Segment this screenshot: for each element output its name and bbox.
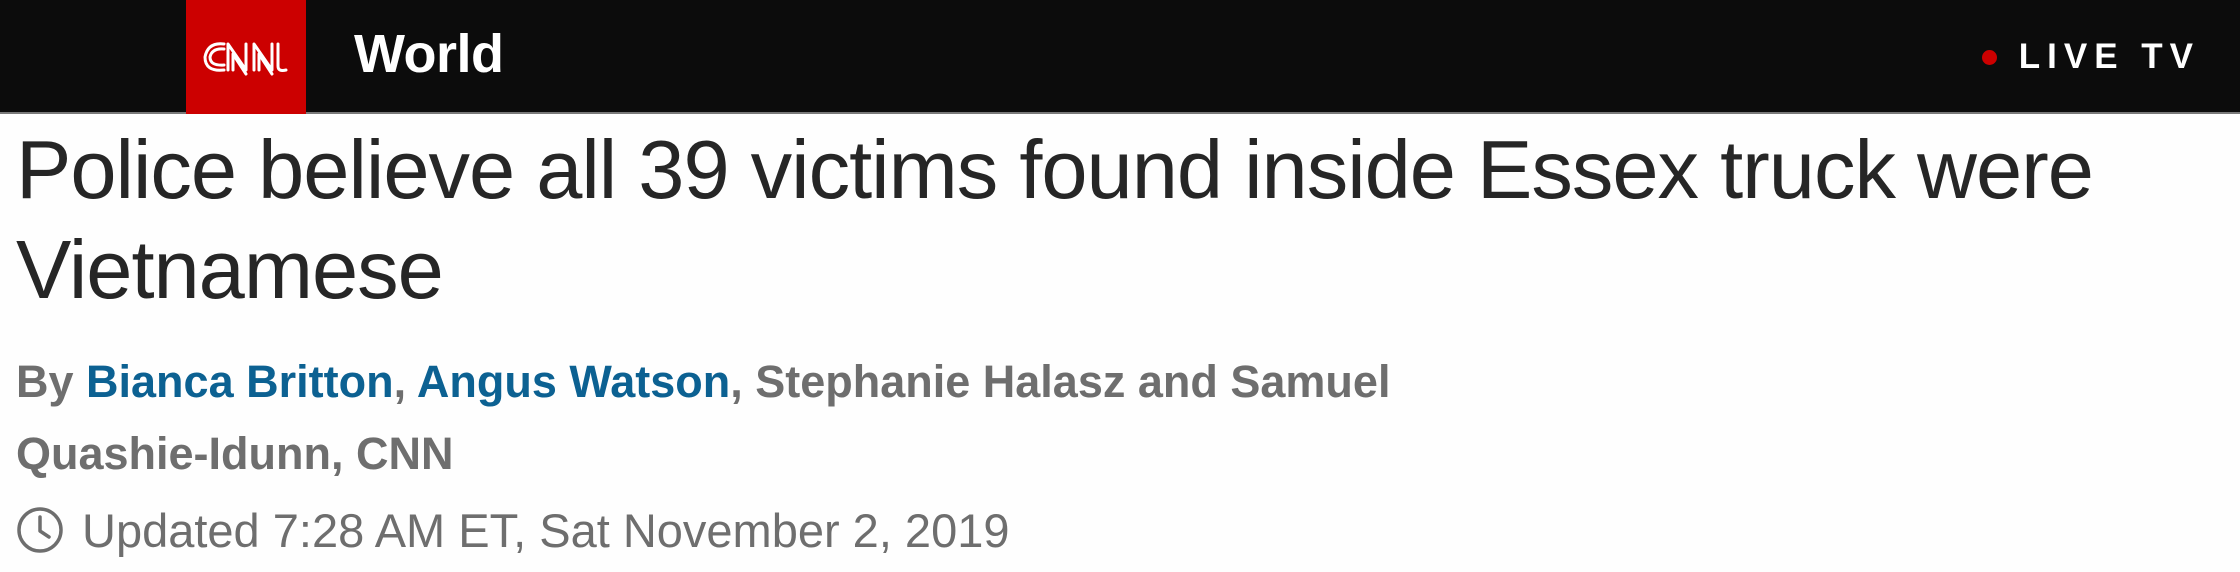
timestamp-text: Updated 7:28 AM ET, Sat November 2, 2019 [82,503,1010,557]
article-headline: Police believe all 39 victims found insi… [16,123,2094,316]
top-navigation-bar: CNN World LIVE TV [0,0,2240,114]
section-link-world[interactable]: World [354,0,504,114]
byline-prefix: By [16,356,87,407]
article-byline: By Bianca Britton, Angus Watson, Stephan… [16,346,1416,490]
cnn-logo[interactable]: CNN [186,0,306,114]
byline-separator: , [393,356,417,407]
live-indicator-dot [1981,49,1997,65]
byline-separator: , [730,356,756,407]
author-link-angus-watson[interactable]: Angus Watson [417,356,730,407]
clock-icon [17,507,63,553]
live-tv-label: LIVE TV [2018,37,2200,76]
cnn-logo-icon [203,42,288,76]
author-link-bianca-britton[interactable]: Bianca Britton [86,356,394,407]
live-tv-link[interactable]: LIVE TV [1981,0,2200,114]
article-timestamp: Updated 7:28 AM ET, Sat November 2, 2019 [16,500,1010,560]
